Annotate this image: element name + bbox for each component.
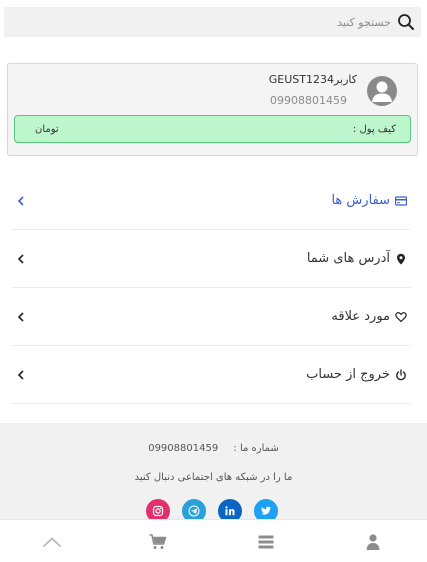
wallet-currency: تومان <box>35 123 59 135</box>
profile-icon <box>366 533 380 550</box>
footer: شماره ما : 09908801459 ما را در شبکه های… <box>0 423 427 523</box>
chevron-left-icon <box>16 195 26 206</box>
search-input[interactable] <box>31 15 391 29</box>
phone-label: شماره ما : <box>233 443 279 454</box>
contact-phone-line: شماره ما : 09908801459 <box>0 443 427 454</box>
power-icon <box>395 368 407 381</box>
phone-number[interactable]: 09908801459 <box>148 443 218 454</box>
menu-list-icon <box>258 535 274 548</box>
account-page: کاربرGEUST1234 09908801459 کیف پول : توم… <box>0 0 427 562</box>
menu-item-logout[interactable]: خروج از حساب <box>12 346 411 404</box>
account-menu: سفارش ها آدرس های شما مورد علاقه خروج از… <box>12 172 411 404</box>
avatar[interactable] <box>367 76 397 106</box>
bottom-nav <box>0 519 427 562</box>
user-name: کاربرGEUST1234 <box>268 73 357 86</box>
social-follow-text: ما را در شبکه های اجتماعی دنبال کنید <box>134 472 293 483</box>
menu-item-label: سفارش ها <box>331 193 390 208</box>
user-avatar-icon <box>372 81 392 102</box>
menu-item-label: خروج از حساب <box>306 367 390 382</box>
chevron-left-icon <box>16 369 26 380</box>
nav-categories-button[interactable] <box>246 520 286 562</box>
chevron-left-icon <box>16 311 26 322</box>
nav-profile-button[interactable] <box>353 520 393 562</box>
menu-item-favorites[interactable]: مورد علاقه <box>12 288 411 346</box>
menu-item-label: آدرس های شما <box>306 251 390 266</box>
nav-cart-button[interactable] <box>138 520 178 562</box>
chevron-left-icon <box>16 253 26 264</box>
wallet-box[interactable]: کیف پول : تومان <box>14 115 411 143</box>
menu-item-addresses[interactable]: آدرس های شما <box>12 230 411 288</box>
cart-icon <box>149 533 167 549</box>
scroll-up-icon <box>43 537 61 547</box>
profile-card: کاربرGEUST1234 09908801459 کیف پول : توم… <box>7 63 418 156</box>
location-pin-icon <box>395 253 407 265</box>
menu-item-orders[interactable]: سفارش ها <box>12 172 411 230</box>
wallet-label: کیف پول : <box>352 123 396 135</box>
user-phone: 09908801459 <box>270 94 347 107</box>
search-icon[interactable] <box>397 13 415 31</box>
search-bar[interactable] <box>4 7 421 37</box>
card-icon <box>395 195 407 207</box>
menu-item-label: مورد علاقه <box>331 309 390 324</box>
heart-icon <box>395 311 407 323</box>
nav-scroll-top-button[interactable] <box>32 520 72 562</box>
